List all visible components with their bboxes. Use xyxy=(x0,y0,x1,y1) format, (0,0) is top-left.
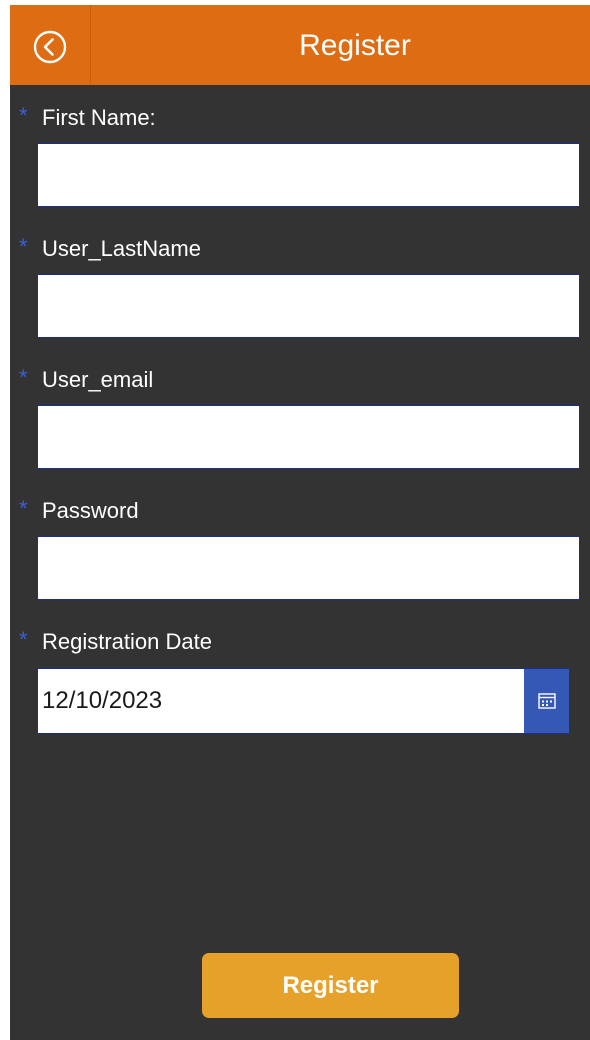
email-input[interactable] xyxy=(37,405,580,469)
registration-date-label: Registration Date xyxy=(42,629,212,654)
header-bar: Register xyxy=(10,5,590,85)
date-picker xyxy=(37,668,570,734)
registration-date-input[interactable] xyxy=(38,669,524,733)
register-button[interactable]: Register xyxy=(202,953,459,1018)
first-name-input[interactable] xyxy=(37,143,580,207)
required-marker: * xyxy=(19,365,28,390)
required-marker: * xyxy=(19,496,28,521)
required-marker: * xyxy=(19,627,28,652)
password-input[interactable] xyxy=(37,536,580,600)
last-name-label: User_LastName xyxy=(42,236,201,261)
email-label: User_email xyxy=(42,367,154,392)
required-marker: * xyxy=(19,234,28,259)
required-marker: * xyxy=(19,103,28,128)
calendar-icon xyxy=(537,693,556,709)
page-title: Register xyxy=(299,29,411,62)
last-name-input[interactable] xyxy=(37,274,580,338)
calendar-button[interactable] xyxy=(524,669,569,733)
password-label: Password xyxy=(42,498,139,523)
register-screen: Register * First Name: * User_LastName *… xyxy=(10,5,590,1040)
first-name-label: First Name: xyxy=(42,105,156,130)
